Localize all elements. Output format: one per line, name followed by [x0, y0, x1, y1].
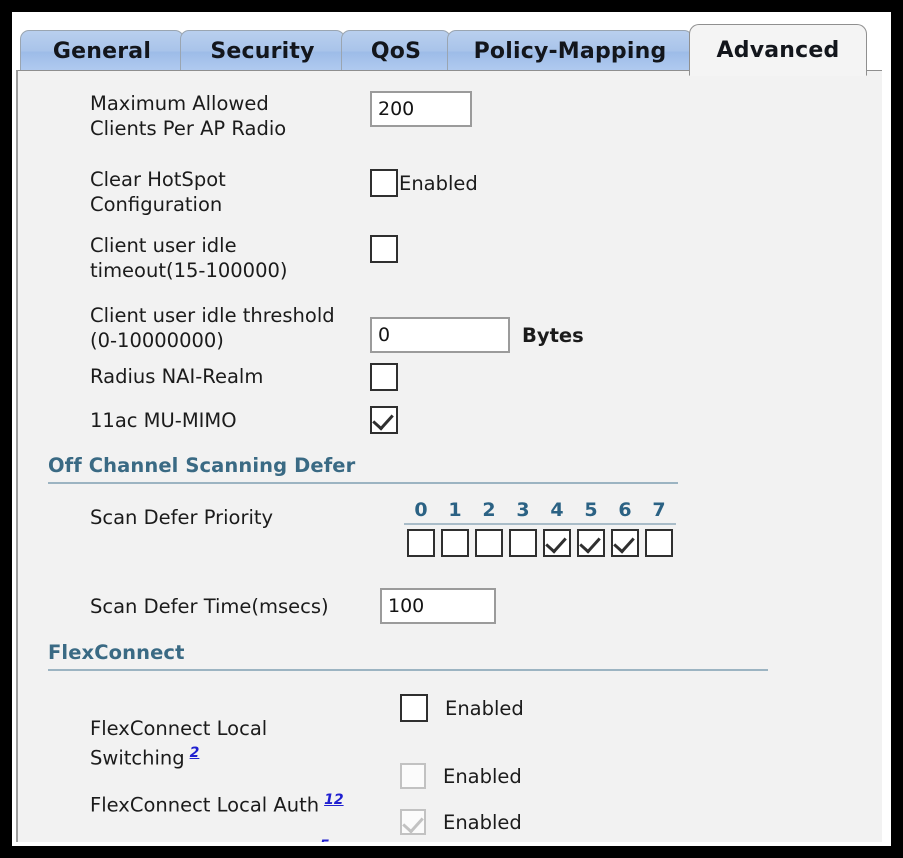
scan-defer-time-control [380, 588, 496, 624]
max-clients-label: Maximum Allowed Clients Per AP Radio [90, 92, 287, 140]
tab-general[interactable]: General [20, 30, 184, 72]
row-client-idle-timeout: Client user idle timeout(15-100000) [18, 233, 882, 283]
scan-defer-priority-label: Scan Defer Priority [90, 506, 274, 529]
client-idle-timeout-label: Client user idle timeout(15-100000) [90, 234, 288, 282]
scan-defer-time-input[interactable] [380, 588, 496, 624]
scan-defer-priority-checkbox-1[interactable] [441, 529, 469, 557]
scan-defer-priority-checkbox-2[interactable] [475, 529, 503, 557]
flexconnect-local-auth-control: Enabled [400, 763, 522, 789]
flexconnect-rule [48, 669, 768, 671]
flexconnect-local-switching-label: FlexConnect Local Switching 2 [90, 691, 410, 771]
row-flexconnect-local-switching: FlexConnect Local Switching 2 Enabled [18, 691, 882, 771]
learn-client-ip-address-control: Enabled [400, 809, 522, 835]
clear-hotspot-checkbox[interactable] [370, 169, 398, 197]
tab-general-label: General [52, 39, 152, 64]
client-idle-threshold-label: Client user idle threshold (0-10000000) [90, 304, 335, 352]
off-channel-scanning-defer-title: Off Channel Scanning Defer [48, 454, 356, 477]
max-clients-input[interactable] [370, 91, 472, 127]
prio-head-1: 1 [448, 499, 462, 521]
row-clear-hotspot: Clear HotSpot Configuration Enabled [18, 167, 882, 217]
advanced-tab-panel: Maximum Allowed Clients Per AP Radio Cle… [16, 70, 882, 842]
scan-defer-priority-grid: 0 1 2 3 4 5 6 7 [404, 499, 676, 557]
flexconnect-local-switching-control: Enabled [400, 694, 524, 722]
scan-defer-priority-checkbox-6[interactable] [611, 529, 639, 557]
row-scan-defer-time: Scan Defer Time(msecs) [18, 588, 882, 624]
row-max-clients: Maximum Allowed Clients Per AP Radio [18, 91, 882, 141]
client-idle-threshold-control: Bytes [370, 317, 584, 353]
flexconnect-local-switching-enabled-label: Enabled [445, 696, 524, 720]
tab-qos[interactable]: QoS [341, 30, 451, 72]
flexconnect-local-auth-footnote[interactable]: 12 [324, 792, 343, 808]
clear-hotspot-enabled-label: Enabled [399, 171, 478, 195]
prio-cell-5 [574, 529, 608, 557]
flexconnect-title: FlexConnect [48, 641, 185, 664]
row-learn-client-ip-address: Learn Client IP Address 5 Enabled [18, 809, 882, 842]
prio-head-3: 3 [516, 499, 530, 521]
section-off-channel-scanning-defer: Off Channel Scanning Defer [48, 454, 678, 484]
wlan-config-page: General Security QoS Policy-Mapping Adva… [12, 12, 891, 846]
prio-head-5: 5 [584, 499, 598, 521]
prio-cell-0 [404, 529, 438, 557]
prio-cell-7 [642, 529, 676, 557]
flexconnect-local-switching-footnote[interactable]: 2 [190, 745, 200, 761]
scan-defer-priority-rule [404, 523, 676, 525]
scan-defer-priority-checkbox-3[interactable] [509, 529, 537, 557]
learn-client-ip-address-text: Learn Client IP Address [90, 840, 315, 843]
mu-mimo-checkbox[interactable] [370, 406, 398, 434]
tab-security[interactable]: Security [180, 30, 345, 72]
flexconnect-local-switching-checkbox[interactable] [400, 694, 428, 722]
tab-policy-mapping-label: Policy-Mapping [473, 39, 667, 64]
prio-cell-4 [540, 529, 574, 557]
learn-client-ip-address-label: Learn Client IP Address 5 [90, 809, 410, 842]
row-client-idle-threshold: Client user idle threshold (0-10000000) … [18, 303, 882, 353]
tab-bar: General Security QoS Policy-Mapping Adva… [12, 22, 891, 76]
scan-defer-priority-headers: 0 1 2 3 4 5 6 7 [404, 499, 676, 521]
mu-mimo-label: 11ac MU-MIMO [90, 409, 237, 432]
prio-cell-2 [472, 529, 506, 557]
prio-head-0: 0 [414, 499, 428, 521]
tab-qos-label: QoS [370, 39, 422, 64]
tab-security-label: Security [210, 39, 315, 64]
scan-defer-time-label: Scan Defer Time(msecs) [90, 595, 329, 618]
clear-hotspot-control: Enabled [370, 169, 478, 197]
tab-policy-mapping[interactable]: Policy-Mapping [447, 30, 693, 72]
row-radius-nai-realm: Radius NAI-Realm [18, 363, 882, 391]
flexconnect-local-auth-checkbox [400, 763, 426, 789]
scan-defer-priority-checkbox-7[interactable] [645, 529, 673, 557]
prio-cell-6 [608, 529, 642, 557]
clear-hotspot-label: Clear HotSpot Configuration [90, 168, 226, 216]
scan-defer-priority-checkbox-5[interactable] [577, 529, 605, 557]
radius-nai-realm-control [370, 363, 398, 391]
scan-defer-priority-checkbox-0[interactable] [407, 529, 435, 557]
flexconnect-local-switching-text: FlexConnect Local Switching [90, 717, 268, 770]
prio-cell-3 [506, 529, 540, 557]
learn-client-ip-address-checkbox [400, 809, 426, 835]
client-idle-threshold-unit: Bytes [522, 323, 584, 347]
learn-client-ip-address-footnote[interactable]: 5 [320, 838, 330, 842]
tab-advanced[interactable]: Advanced [689, 24, 867, 76]
tab-advanced-label: Advanced [716, 37, 840, 63]
client-idle-threshold-input[interactable] [370, 317, 510, 353]
prio-head-2: 2 [482, 499, 496, 521]
row-mu-mimo: 11ac MU-MIMO [18, 406, 882, 434]
section-flexconnect: FlexConnect [48, 641, 768, 671]
learn-client-ip-address-enabled-label: Enabled [443, 810, 522, 834]
screenshot-frame: General Security QoS Policy-Mapping Adva… [0, 0, 903, 858]
off-channel-scanning-defer-rule [48, 482, 678, 484]
client-idle-timeout-checkbox[interactable] [370, 235, 398, 263]
client-idle-timeout-control [370, 235, 398, 263]
prio-head-6: 6 [618, 499, 632, 521]
radius-nai-realm-label: Radius NAI-Realm [90, 365, 264, 388]
scan-defer-priority-checkbox-4[interactable] [543, 529, 571, 557]
flexconnect-local-auth-enabled-label: Enabled [443, 764, 522, 788]
prio-head-4: 4 [550, 499, 564, 521]
radius-nai-realm-checkbox[interactable] [370, 363, 398, 391]
prio-cell-1 [438, 529, 472, 557]
max-clients-control [370, 91, 472, 127]
prio-head-7: 7 [652, 499, 666, 521]
mu-mimo-control [370, 406, 398, 434]
scan-defer-priority-checkboxes [404, 529, 676, 557]
